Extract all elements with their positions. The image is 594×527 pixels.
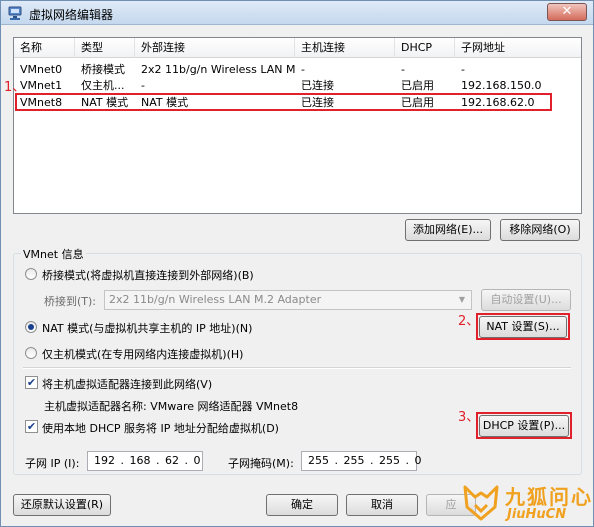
subnet-mask-field[interactable]: 255 . 255 . 255 . 0: [301, 451, 421, 471]
virtual-network-editor-window: 虚拟网络编辑器 ✕ 名称 类型 外部连接 主机连接 DHCP 子网地址 VMne…: [0, 0, 594, 527]
cell-subnet: 192.168.150.0: [461, 79, 542, 92]
add-network-button[interactable]: 添加网络(E)...: [405, 219, 491, 241]
fox-logo-icon: [463, 485, 499, 521]
cell-host: -: [301, 63, 305, 76]
window-title: 虚拟网络编辑器: [29, 8, 114, 22]
title-bar: 虚拟网络编辑器 ✕: [1, 1, 593, 25]
host-only-label[interactable]: 仅主机模式(在专用网络内连接虚拟机)(H): [42, 346, 243, 362]
connect-adapter-checkbox[interactable]: ✔: [25, 376, 38, 389]
watermark-text: 九狐问心: [505, 485, 593, 509]
column-header-type[interactable]: 类型: [75, 38, 135, 58]
close-button[interactable]: ✕: [547, 3, 587, 21]
restore-defaults-button[interactable]: 还原默认设置(R): [13, 494, 111, 516]
subnet-ip-label: 子网 IP (I):: [25, 457, 80, 470]
subnet-ip-field[interactable]: 192 . 168 . 62 . 0: [87, 451, 203, 471]
network-app-icon: [8, 6, 22, 20]
nat-settings-button[interactable]: NAT 设置(S)...: [479, 316, 567, 338]
ok-button[interactable]: 确定: [266, 494, 338, 516]
column-header-subnet[interactable]: 子网地址: [455, 38, 581, 58]
host-only-radio[interactable]: [25, 347, 37, 359]
divider: [23, 367, 571, 369]
watermark: 九狐问心 JiuHuCN: [461, 479, 594, 527]
column-header-name[interactable]: 名称: [14, 38, 75, 58]
column-header-dhcp[interactable]: DHCP: [395, 38, 455, 58]
bridged-mode-radio[interactable]: [25, 268, 37, 280]
adapter-name-label: 主机虚拟适配器名称: VMware 网络适配器 VMnet8: [44, 400, 299, 413]
cell-type: 桥接模式: [81, 63, 125, 76]
dhcp-settings-button[interactable]: DHCP 设置(P)...: [479, 415, 569, 437]
watermark-subtext: JiuHuCN: [507, 507, 567, 522]
cell-type: 仅主机...: [81, 79, 125, 92]
cell-subnet: -: [461, 63, 465, 76]
cell-dhcp: 已启用: [401, 79, 434, 92]
table-row[interactable]: VMnet0 桥接模式 2x2 11b/g/n Wireless LAN M..…: [14, 62, 581, 78]
nat-mode-radio[interactable]: [25, 321, 37, 333]
annotation-number-1: 1、: [4, 80, 26, 95]
dhcp-label[interactable]: 使用本地 DHCP 服务将 IP 地址分配给虚拟机(D): [42, 420, 279, 436]
dhcp-checkbox[interactable]: ✔: [25, 420, 38, 433]
list-header: 名称 类型 外部连接 主机连接 DHCP 子网地址: [14, 38, 581, 58]
vmnet-info-title: VMnet 信息: [21, 246, 86, 262]
remove-network-button[interactable]: 移除网络(O): [500, 219, 580, 241]
network-list[interactable]: 名称 类型 外部连接 主机连接 DHCP 子网地址 VMnet0 桥接模式 2x…: [13, 37, 582, 214]
column-header-host[interactable]: 主机连接: [295, 38, 395, 58]
subnet-mask-label: 子网掩码(M):: [228, 457, 294, 470]
cancel-button[interactable]: 取消: [346, 494, 418, 516]
bridged-to-select[interactable]: 2x2 11b/g/n Wireless LAN M.2 Adapter ▼: [104, 290, 472, 310]
nat-mode-label[interactable]: NAT 模式(与虚拟机共享主机的 IP 地址)(N): [42, 320, 252, 336]
auto-settings-button[interactable]: 自动设置(U)...: [481, 289, 571, 311]
chevron-down-icon: ▼: [458, 295, 466, 304]
bridged-to-label: 桥接到(T):: [44, 295, 97, 308]
annotation-highlight-row: [15, 93, 552, 111]
cell-external: -: [141, 79, 145, 92]
column-header-external[interactable]: 外部连接: [135, 38, 295, 58]
vmnet-info-group: [13, 253, 582, 475]
bridged-mode-label[interactable]: 桥接模式(将虚拟机直接连接到外部网络)(B): [42, 267, 254, 283]
bridged-to-value: 2x2 11b/g/n Wireless LAN M.2 Adapter: [109, 293, 322, 306]
table-row[interactable]: VMnet1 仅主机... - 已连接 已启用 192.168.150.0: [14, 78, 581, 94]
cell-dhcp: -: [401, 63, 405, 76]
cell-external: 2x2 11b/g/n Wireless LAN M...: [141, 63, 295, 76]
cell-host: 已连接: [301, 79, 334, 92]
connect-adapter-label[interactable]: 将主机虚拟适配器连接到此网络(V): [42, 376, 212, 392]
